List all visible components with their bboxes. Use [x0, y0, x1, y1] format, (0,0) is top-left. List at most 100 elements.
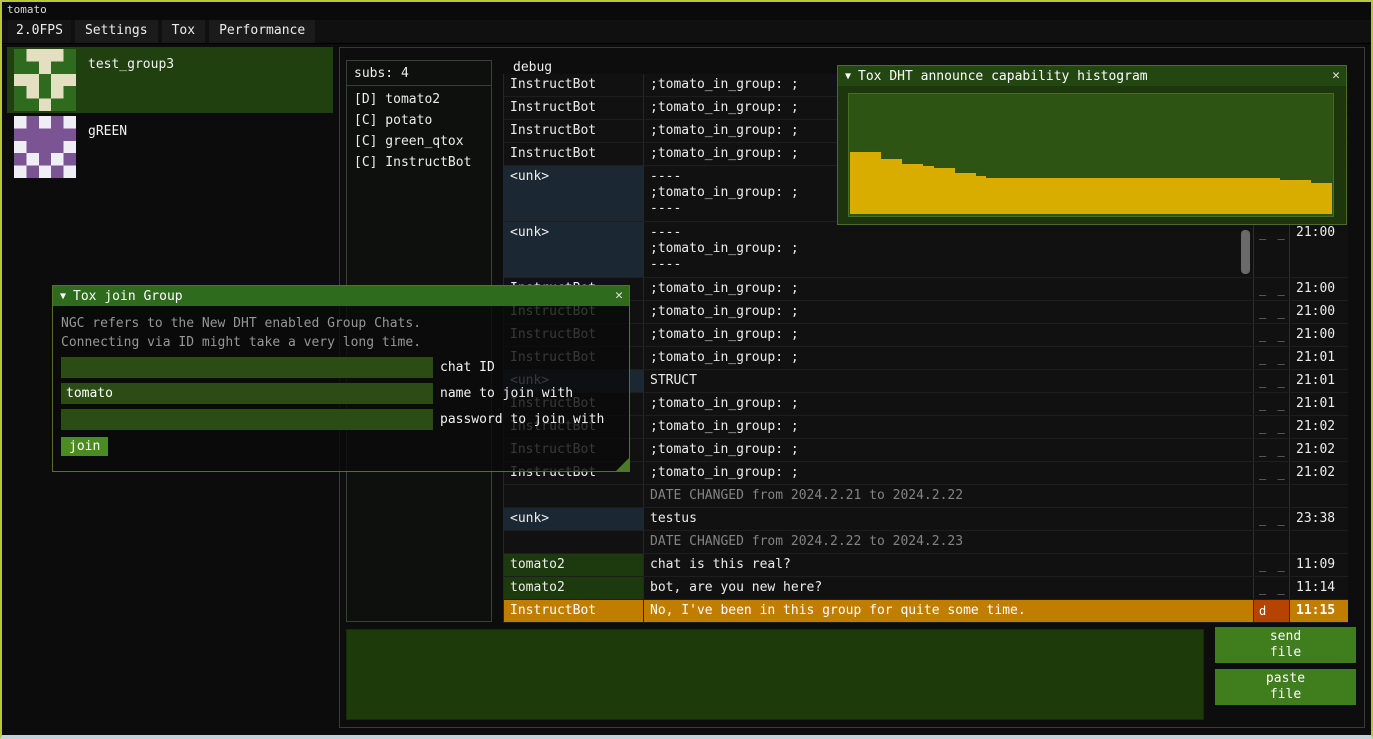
histogram-bar [1144, 178, 1154, 214]
sender-name: InstructBot [504, 97, 644, 119]
join-input-name-to-join-with[interactable] [61, 383, 433, 404]
message-text: ;tomato_in_group: ; [644, 278, 1254, 300]
message-flags [1254, 485, 1290, 507]
group-item-gREEN[interactable]: gREEN [7, 114, 333, 180]
histogram-title: Tox DHT announce capability histogram [858, 69, 1148, 84]
join-group-body: NGC refers to the New DHT enabled Group … [53, 306, 629, 471]
join-field-label: chat ID [440, 360, 495, 375]
chat-scrollbar[interactable] [1241, 230, 1250, 274]
sender-name: <unk> [504, 166, 644, 221]
join-fields: chat IDname to join withpassword to join… [61, 357, 621, 430]
chat-message-row: tomato2bot, are you new here?_ _11:14 [504, 577, 1348, 600]
menu-item-settings[interactable]: Settings [75, 20, 158, 43]
histogram-bar [1322, 183, 1332, 214]
message-input[interactable] [346, 629, 1204, 720]
sender-name: InstructBot [504, 120, 644, 142]
message-time: 11:15 [1290, 600, 1348, 622]
subs-member[interactable]: [C] potato [347, 110, 491, 131]
message-text: testus [644, 508, 1254, 530]
collapse-icon[interactable]: ▼ [845, 71, 851, 82]
chat-message-row: InstructBot;tomato_in_group: ;_ _21:01 [504, 347, 1348, 370]
resize-grip[interactable] [616, 458, 629, 471]
histogram-bar [1123, 178, 1133, 214]
chat-message-row: InstructBot;tomato_in_group: ;_ _21:00 [504, 324, 1348, 347]
histogram-bar [976, 176, 986, 214]
button-label-line: send [1270, 629, 1301, 645]
sender-name: <unk> [504, 222, 644, 277]
message-text: DATE CHANGED from 2024.2.21 to 2024.2.22 [644, 485, 1254, 507]
message-time: 21:01 [1290, 393, 1348, 415]
histogram-bars [850, 94, 1332, 214]
histogram-bar [1196, 178, 1206, 214]
join-input-chat-ID[interactable] [61, 357, 433, 378]
chat-message-row: InstructBot;tomato_in_group: ;_ _21:00 [504, 278, 1348, 301]
histogram-bar [1165, 178, 1175, 214]
message-flags: d [1254, 600, 1290, 622]
message-flags: _ _ [1254, 222, 1290, 277]
message-text: ----;tomato_in_group: ;---- [644, 222, 1254, 277]
histogram-bar [1049, 178, 1059, 214]
histogram-bar [860, 152, 870, 214]
group-name: test_group3 [88, 57, 174, 72]
subs-member[interactable]: [D] tomato2 [347, 89, 491, 110]
chat-system-row: DATE CHANGED from 2024.2.21 to 2024.2.22 [504, 485, 1348, 508]
histogram-bar [1269, 178, 1279, 214]
join-desc-line2: Connecting via ID might take a very long… [61, 333, 621, 352]
sender-name [504, 531, 644, 553]
collapse-icon[interactable]: ▼ [60, 291, 66, 302]
chat-message-row: InstructBotNo, I've been in this group f… [504, 600, 1348, 623]
message-time: 21:02 [1290, 439, 1348, 461]
histogram-bar [923, 166, 933, 214]
close-icon[interactable]: ✕ [615, 288, 623, 303]
histogram-bar [1060, 178, 1070, 214]
menu-item-performance[interactable]: Performance [209, 20, 315, 43]
close-icon[interactable]: ✕ [1332, 68, 1340, 83]
group-item-test_group3[interactable]: test_group3 [7, 47, 333, 113]
histogram-bar [1102, 178, 1112, 214]
message-text: ;tomato_in_group: ; [644, 393, 1254, 415]
message-time: 21:00 [1290, 324, 1348, 346]
menu-bar-items: SettingsToxPerformance [75, 20, 315, 43]
subs-member[interactable]: [C] InstructBot [347, 152, 491, 173]
menu-item-tox[interactable]: Tox [162, 20, 205, 43]
message-flags: _ _ [1254, 324, 1290, 346]
message-flags: _ _ [1254, 393, 1290, 415]
chat-message-row: <unk>----;tomato_in_group: ;----_ _21:00 [504, 222, 1348, 278]
sender-name: tomato2 [504, 554, 644, 576]
histogram-bar [1133, 178, 1143, 214]
message-text: DATE CHANGED from 2024.2.22 to 2024.2.23 [644, 531, 1254, 553]
histogram-bar [944, 168, 954, 214]
button-label-line: file [1270, 687, 1301, 703]
histogram-bar [1186, 178, 1196, 214]
message-flags: _ _ [1254, 416, 1290, 438]
join-input-password-to-join-with[interactable] [61, 409, 433, 430]
join-button[interactable]: join [61, 437, 108, 456]
chat-message-row: <unk>testus_ _23:38 [504, 508, 1348, 531]
message-time: 21:00 [1290, 278, 1348, 300]
join-field-label: name to join with [440, 386, 573, 401]
message-text: ;tomato_in_group: ; [644, 347, 1254, 369]
group-name: gREEN [88, 124, 127, 139]
button-label-line: file [1270, 645, 1301, 661]
window-title: tomato [2, 2, 1371, 20]
send-file-button[interactable]: sendfile [1215, 627, 1356, 663]
histogram-bar [1112, 178, 1122, 214]
histogram-bar [1091, 178, 1101, 214]
histogram-bar [1206, 178, 1216, 214]
histogram-bar [1007, 178, 1017, 214]
join-field-row: chat ID [61, 357, 621, 378]
histogram-bar [1238, 178, 1248, 214]
histogram-bar [986, 178, 996, 214]
chat-message-row: InstructBot;tomato_in_group: ;_ _21:02 [504, 462, 1348, 485]
chat-message-row: InstructBot;tomato_in_group: ;_ _21:02 [504, 439, 1348, 462]
histogram-bar [850, 152, 860, 214]
histogram-bar [934, 168, 944, 214]
histogram-body [838, 86, 1346, 224]
paste-file-button[interactable]: pastefile [1215, 669, 1356, 705]
join-group-titlebar[interactable]: ▼ Tox join Group ✕ [53, 286, 629, 306]
message-time: 21:00 [1290, 301, 1348, 323]
join-group-title: Tox join Group [73, 289, 183, 304]
histogram-titlebar[interactable]: ▼ Tox DHT announce capability histogram … [838, 66, 1346, 86]
subs-member[interactable]: [C] green_qtox [347, 131, 491, 152]
histogram-bar [1301, 180, 1311, 214]
